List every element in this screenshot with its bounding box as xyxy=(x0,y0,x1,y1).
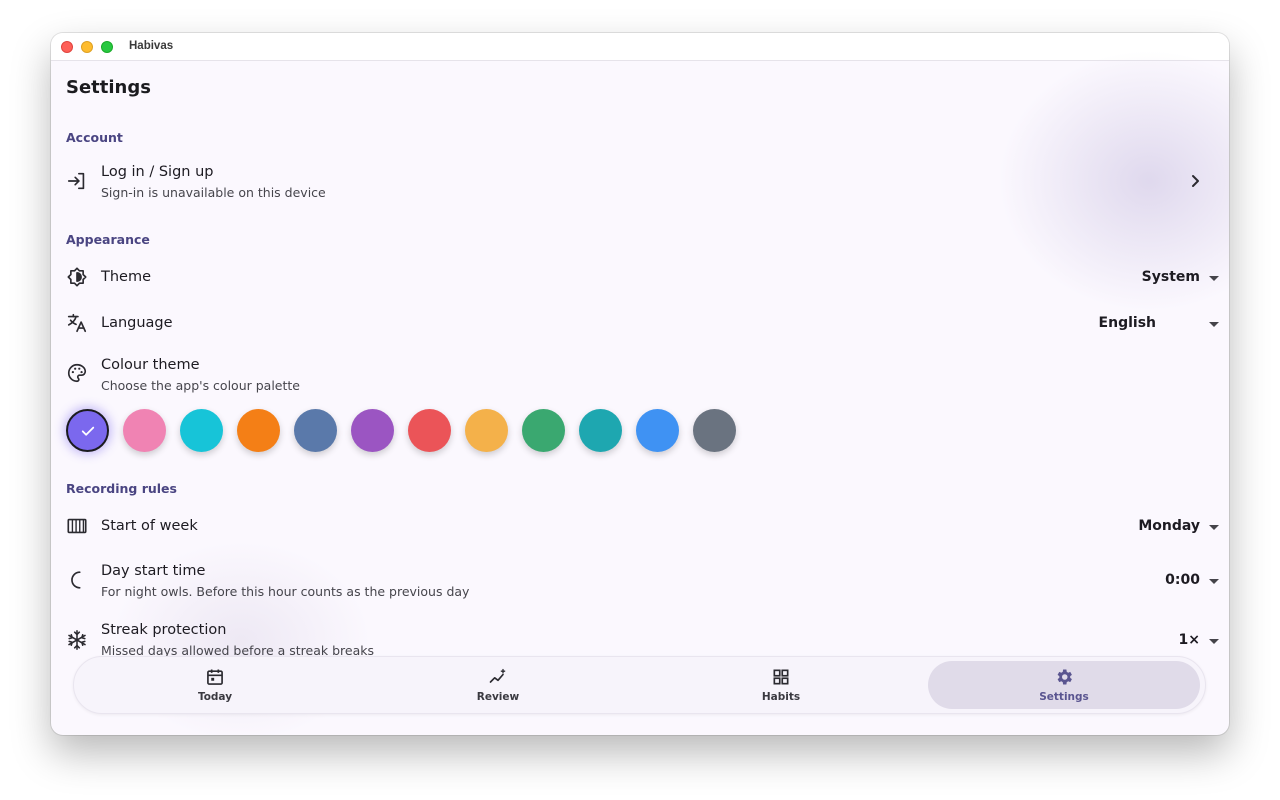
streak-protection-dropdown[interactable]: 1× xyxy=(1179,632,1200,648)
nav-review-label: Review xyxy=(476,691,520,703)
login-label: Log in / Sign up xyxy=(101,164,214,180)
nav-review[interactable]: Review xyxy=(362,661,634,709)
nav-today[interactable]: Today xyxy=(79,661,351,709)
caret-down-icon[interactable] xyxy=(1209,525,1219,530)
colour-swatch[interactable] xyxy=(693,409,736,452)
colour-swatch[interactable] xyxy=(237,409,280,452)
colour-swatch[interactable] xyxy=(636,409,679,452)
caret-down-icon[interactable] xyxy=(1209,276,1219,281)
language-label: Language xyxy=(101,315,173,331)
section-account-title: Account xyxy=(66,130,123,145)
start-of-week-dropdown[interactable]: Monday xyxy=(1138,518,1200,534)
start-of-week-label: Start of week xyxy=(101,518,198,534)
window-title: Habivas xyxy=(129,40,174,52)
colour-swatch[interactable] xyxy=(294,409,337,452)
zoom-window-button[interactable] xyxy=(101,41,113,53)
title-bar: Habivas xyxy=(51,33,1229,61)
app-window: Habivas Settings Account Log in / Sign u… xyxy=(51,33,1229,735)
colour-swatch[interactable] xyxy=(180,409,223,452)
language-dropdown[interactable]: English xyxy=(1099,315,1156,331)
day-start-time-label: Day start time xyxy=(101,563,206,579)
colour-swatch[interactable] xyxy=(579,409,622,452)
colour-swatch[interactable] xyxy=(408,409,451,452)
day-start-time-dropdown[interactable]: 0:00 xyxy=(1165,572,1200,588)
trend-sparkle-icon xyxy=(488,667,508,687)
start-of-week-row[interactable]: Start of week Monday xyxy=(51,504,1229,548)
colour-swatch[interactable] xyxy=(522,409,565,452)
theme-label: Theme xyxy=(101,269,152,285)
close-window-button[interactable] xyxy=(61,41,73,53)
calendar-icon xyxy=(205,667,225,687)
calendar-week-icon xyxy=(66,515,88,537)
streak-protection-label: Streak protection xyxy=(101,622,227,638)
caret-down-icon[interactable] xyxy=(1209,579,1219,584)
colour-theme-label: Colour theme xyxy=(101,357,200,373)
colour-swatch[interactable] xyxy=(123,409,166,452)
day-start-time-row[interactable]: Day start time For night owls. Before th… xyxy=(51,551,1229,605)
language-row[interactable]: Language English xyxy=(51,301,1229,345)
colour-swatch[interactable] xyxy=(465,409,508,452)
theme-dropdown[interactable]: System xyxy=(1142,269,1200,285)
nav-today-label: Today xyxy=(197,691,233,703)
caret-down-icon[interactable] xyxy=(1209,322,1219,327)
colour-swatch[interactable] xyxy=(66,409,109,452)
caret-down-icon[interactable] xyxy=(1209,639,1219,644)
check-icon xyxy=(68,411,107,450)
nav-habits-label: Habits xyxy=(761,691,801,703)
section-appearance-title: Appearance xyxy=(66,232,150,247)
minimize-window-button[interactable] xyxy=(81,41,93,53)
colour-theme-row: Colour theme Choose the app's colour pal… xyxy=(51,345,1229,399)
snowflake-icon xyxy=(66,629,88,651)
gear-icon xyxy=(1054,667,1074,687)
colour-theme-sublabel: Choose the app's colour palette xyxy=(101,378,300,393)
nav-habits[interactable]: Habits xyxy=(645,661,917,709)
settings-content: Settings Account Log in / Sign up Sign-i… xyxy=(51,51,1229,735)
grid-icon xyxy=(771,667,791,687)
bottom-navigation: Today Review Habits Settings xyxy=(73,656,1206,714)
login-row[interactable]: Log in / Sign up Sign-in is unavailable … xyxy=(51,158,1229,208)
theme-row[interactable]: Theme System xyxy=(51,255,1229,299)
palette-icon xyxy=(66,362,88,384)
day-start-time-sublabel: For night owls. Before this hour counts … xyxy=(101,584,470,599)
moon-icon xyxy=(66,569,88,591)
chevron-right-icon xyxy=(1187,173,1203,189)
nav-settings-label: Settings xyxy=(1039,691,1089,703)
login-sublabel: Sign-in is unavailable on this device xyxy=(101,185,326,200)
nav-settings[interactable]: Settings xyxy=(928,661,1200,709)
page-title: Settings xyxy=(66,77,151,98)
login-icon xyxy=(66,170,88,192)
section-recording-title: Recording rules xyxy=(66,481,177,496)
translate-icon xyxy=(66,312,88,334)
colour-swatch[interactable] xyxy=(351,409,394,452)
theme-icon xyxy=(66,266,88,288)
